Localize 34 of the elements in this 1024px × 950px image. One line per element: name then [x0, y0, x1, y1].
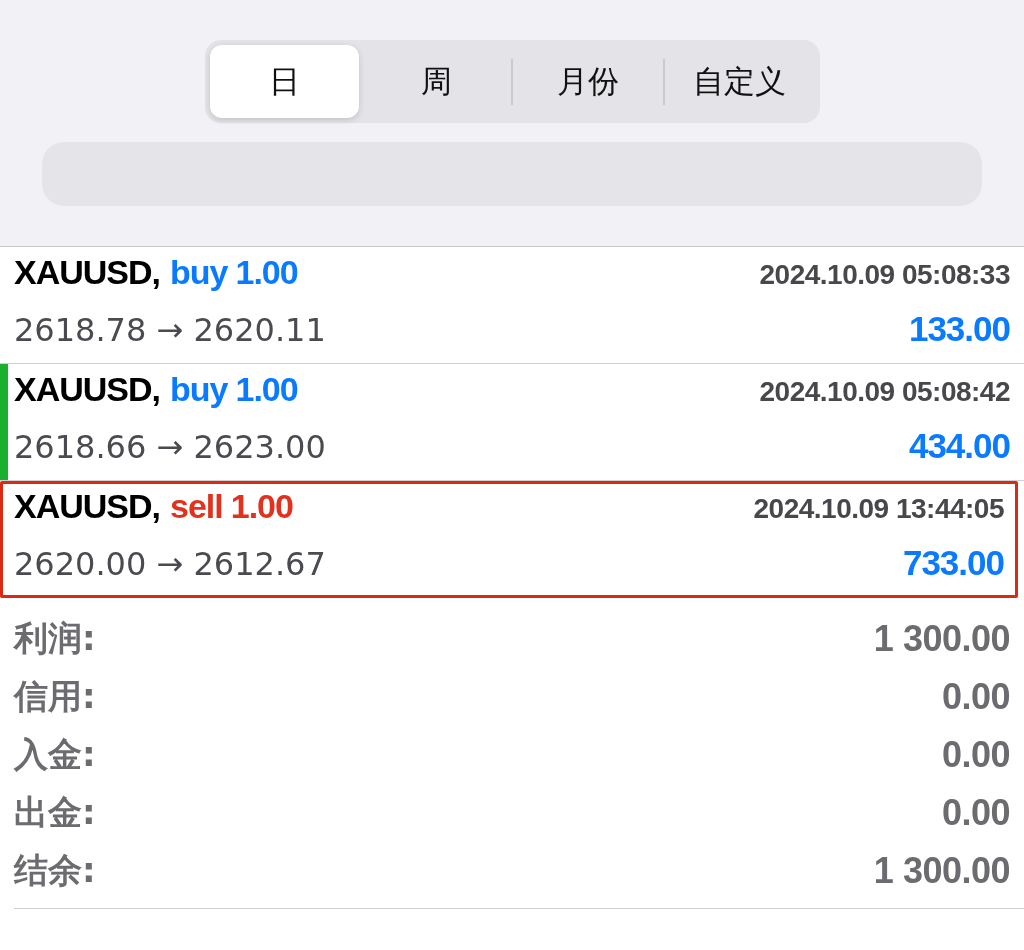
- summary-value: 0.00: [941, 676, 1010, 718]
- summary-value: 1 300.00: [873, 618, 1010, 660]
- period-tab[interactable]: 月份: [513, 45, 663, 118]
- deal-type: buy: [170, 370, 228, 409]
- summary-label: 利润:: [14, 617, 96, 660]
- summary-label: 出金:: [14, 791, 96, 834]
- deal-volume: 1.00: [230, 487, 293, 526]
- summary-value: 1 300.00: [873, 850, 1010, 892]
- deal-time: 2024.10.09 05:08:33: [759, 259, 1010, 291]
- deal-type: sell: [170, 487, 223, 526]
- symbol-label: XAUUSD,: [14, 370, 161, 409]
- deal-profit: 733.00: [902, 543, 1004, 583]
- deal-profit: 133.00: [908, 309, 1010, 349]
- period-tab[interactable]: 自定义: [664, 45, 815, 118]
- summary-value: 0.00: [941, 792, 1010, 834]
- deal-row[interactable]: XAUUSD, sell 1.00 2024.10.09 13:44:05 2620.00 → 2612.67 733.00: [0, 481, 1018, 598]
- summary-label: 结余:: [14, 849, 96, 892]
- price-range: 2618.66 → 2623.00: [14, 428, 326, 466]
- summary-label: 信用:: [14, 675, 96, 718]
- deal-type: buy: [170, 253, 228, 292]
- deal-time: 2024.10.09 05:08:42: [759, 376, 1010, 408]
- deal-row[interactable]: XAUUSD, buy 1.00 2024.10.09 05:08:42 2618.66 → 2623.00 434.00: [0, 364, 1024, 481]
- summary-label: 入金:: [14, 733, 96, 776]
- deal-volume: 1.00: [235, 370, 298, 409]
- period-tab[interactable]: 日: [209, 45, 360, 118]
- symbol-label: XAUUSD,: [14, 253, 161, 292]
- price-range: 2618.78 → 2620.11: [14, 311, 326, 349]
- deal-time: 2024.10.09 13:44:05: [753, 493, 1004, 525]
- summary-value: 0.00: [941, 734, 1010, 776]
- period-tab[interactable]: 周: [361, 45, 511, 118]
- price-range: 2620.00 → 2612.67: [14, 545, 326, 583]
- deal-profit: 434.00: [908, 426, 1010, 466]
- deal-volume: 1.00: [235, 253, 298, 292]
- symbol-label: XAUUSD,: [14, 487, 161, 526]
